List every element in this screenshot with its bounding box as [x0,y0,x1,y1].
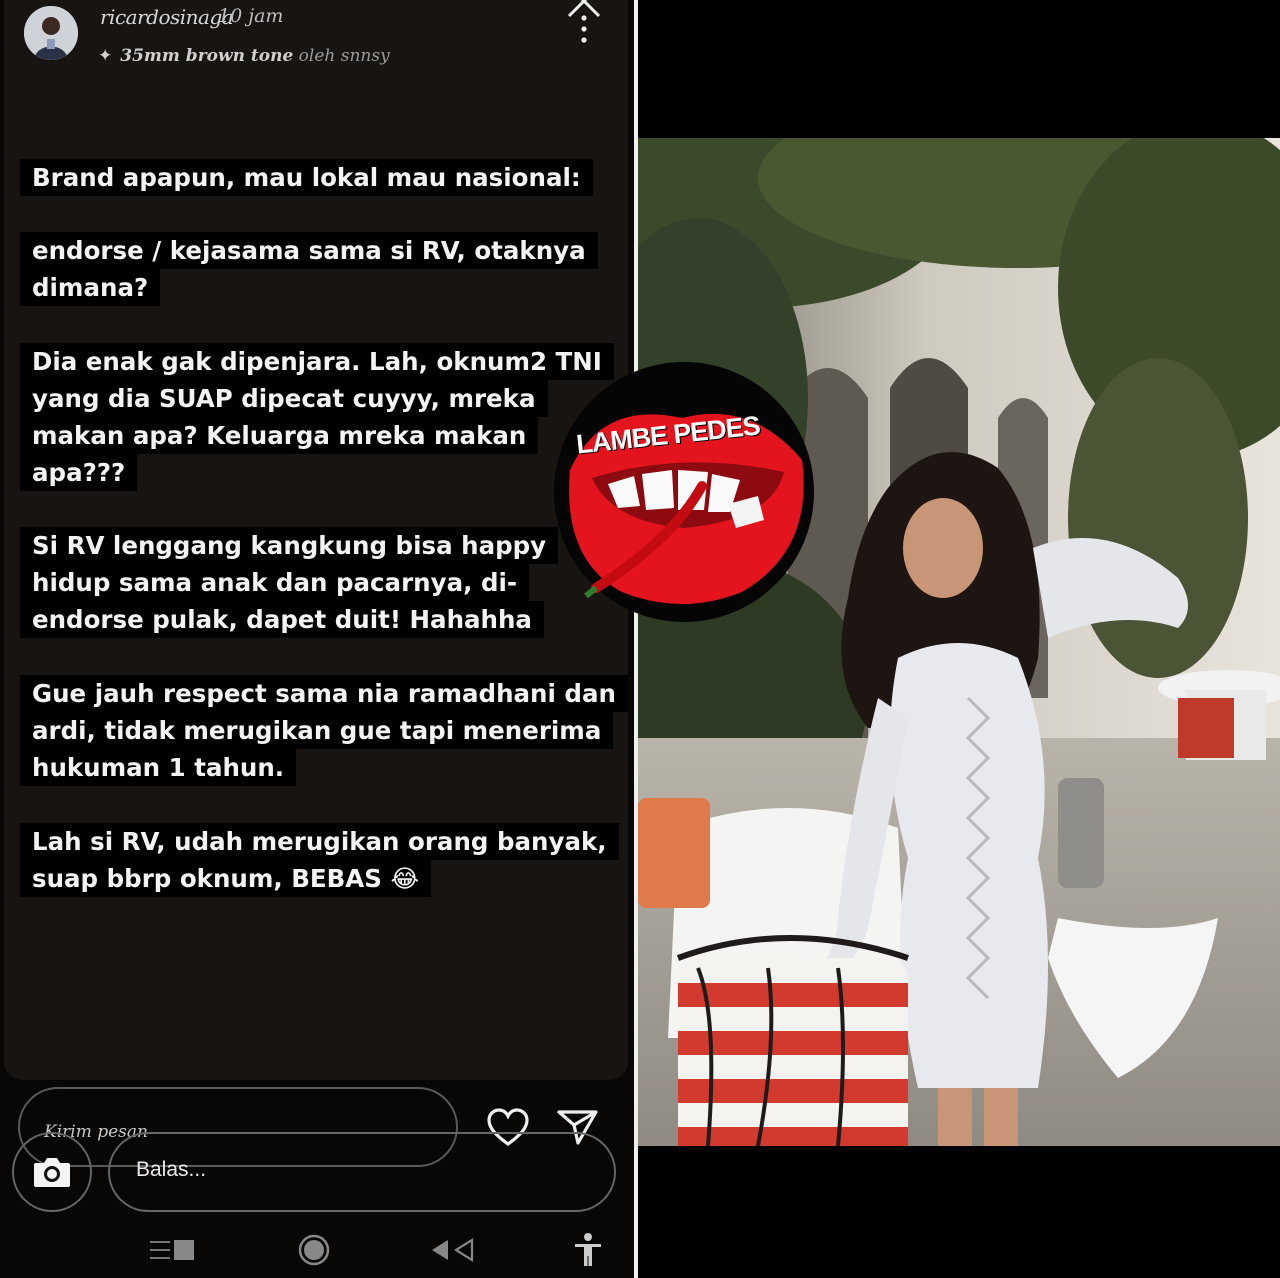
text-line: Dia enak gak dipenjara. Lah, oknum2 TNI [20,343,614,380]
story-paragraph-3: Dia enak gak dipenjara. Lah, oknum2 TNI … [20,343,614,491]
story-time: 10 jam [218,5,284,27]
filter-info[interactable]: ✦ 35mm brown tone oleh snnsy [98,46,390,66]
username[interactable]: ricardosinaga [100,5,234,29]
text-line: ardi, tidak merugikan gue tapi menerima [20,712,614,749]
text-line: Brand apapun, mau lokal mau nasional: [20,159,593,196]
filter-name: 35mm brown tone [120,46,294,66]
recent-apps-icon[interactable] [148,1232,198,1268]
text-line: hidup sama anak dan pacarnya, di- [20,564,530,601]
text-line: endorse / kejasama sama si RV, otaknya [20,232,598,269]
text-line: yang dia SUAP dipecat cuyyy, mreka [20,380,548,417]
text-line: Lah si RV, udah merugikan orang banyak, [20,823,619,860]
story-paragraph-1: Brand apapun, mau lokal mau nasional: [20,159,593,196]
home-icon[interactable] [296,1232,332,1268]
photo-top-bar [638,0,1280,138]
accessibility-icon[interactable] [572,1232,604,1268]
photo-bottom-bar [638,1146,1280,1278]
text-line: apa??? [20,454,138,491]
story-paragraph-6: Lah si RV, udah merugikan orang banyak, … [20,823,619,897]
sparkle-icon: ✦ [98,46,113,66]
filter-author: oleh snnsy [298,46,390,66]
story-paragraph-2: endorse / kejasama sama si RV, otaknya d… [20,232,598,306]
reply-placeholder: Balas... [136,1158,207,1181]
woman-photo [638,138,1280,1146]
photo-panel [638,0,1280,1278]
avatar[interactable] [24,6,78,60]
text-line: hukuman 1 tahun. [20,749,297,786]
story-paragraph-5: Gue jauh respect sama nia ramadhani dan … [20,675,628,786]
camera-button[interactable] [12,1132,92,1212]
back-icon[interactable] [428,1232,480,1268]
story-panel: ricardosinaga 10 jam ✦ 35mm brown tone ol… [0,0,634,1278]
text-line: endorse pulak, dapet duit! Hahahha [20,601,544,638]
more-options-icon[interactable] [576,14,592,48]
text-line: Gue jauh respect sama nia ramadhani dan [20,675,628,712]
lambe-pedes-logo: LAMBE PEDES [552,360,816,624]
text-line: suap bbrp oknum, BEBAS 😂 [20,860,432,897]
text-line: makan apa? Keluarga mreka makan [20,417,539,454]
story-paragraph-4: Si RV lenggang kangkung bisa happy hidup… [20,527,559,638]
text-line: dimana? [20,269,161,306]
camera-icon [34,1158,70,1187]
text-line: Si RV lenggang kangkung bisa happy [20,527,559,564]
